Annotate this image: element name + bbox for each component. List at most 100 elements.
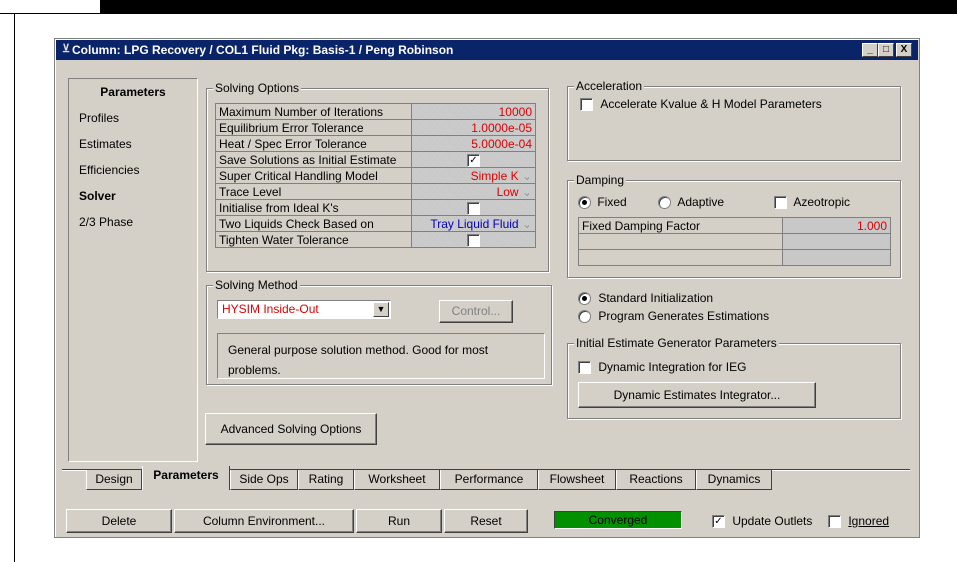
acceleration-group: Acceleration Accelerate Kvalue & H Model… bbox=[567, 79, 901, 161]
heat-spec-tolerance-value[interactable]: 5.0000e-04 bbox=[411, 135, 536, 152]
azeotropic-checkbox[interactable] bbox=[774, 196, 787, 210]
table-row: Super Critical Handling Model Simple K ⌄ bbox=[215, 167, 536, 184]
dynamic-estimates-integrator-button[interactable]: Dynamic Estimates Integrator... bbox=[578, 382, 816, 408]
standard-initialization-label: Standard Initialization bbox=[598, 291, 714, 305]
solving-method-group: Solving Method HYSIM Inside-Out ▼ Contro… bbox=[206, 278, 552, 385]
empty-cell bbox=[578, 233, 783, 250]
damping-group: Damping Fixed Adaptive Azeotropic Fixed … bbox=[567, 173, 901, 278]
chevron-down-icon[interactable]: ▼ bbox=[373, 302, 389, 317]
dynamic-integration-checkbox[interactable] bbox=[578, 361, 591, 375]
trace-level-value[interactable]: Low ⌄ bbox=[411, 183, 536, 200]
option-label: Heat / Spec Error Tolerance bbox=[215, 135, 412, 152]
run-button[interactable]: Run bbox=[356, 509, 442, 533]
adaptive-label: Adaptive bbox=[677, 195, 725, 209]
window-title: Column: LPG Recovery / COL1 Fluid Pkg: B… bbox=[72, 43, 454, 57]
max-iterations-value[interactable]: 10000 bbox=[411, 103, 536, 120]
delete-button[interactable]: Delete bbox=[66, 509, 172, 533]
advanced-solving-options-button[interactable]: Advanced Solving Options bbox=[205, 413, 377, 445]
nav-heading: Parameters bbox=[100, 85, 166, 99]
ieg-label: Initial Estimate Generator Parameters bbox=[574, 336, 779, 350]
table-row: Initialise from Ideal K's bbox=[215, 199, 536, 216]
parameters-nav: Parameters Profiles Estimates Efficienci… bbox=[68, 78, 198, 462]
update-outlets-checkbox[interactable]: ✓ bbox=[712, 515, 725, 529]
nav-item-solver[interactable]: Solver bbox=[79, 189, 116, 203]
empty-cell bbox=[578, 249, 783, 266]
table-row: Equilibrium Error Tolerance 1.0000e-05 bbox=[215, 119, 536, 136]
super-critical-model-text: Simple K bbox=[470, 168, 519, 183]
tighten-water-cell bbox=[411, 231, 536, 248]
update-outlets-option[interactable]: ✓ Update Outlets bbox=[712, 514, 813, 529]
fixed-radio[interactable] bbox=[578, 196, 591, 210]
table-row: Trace Level Low ⌄ bbox=[215, 183, 536, 200]
window-icon: ⊻ bbox=[62, 43, 71, 55]
maximize-button[interactable]: □ bbox=[878, 43, 894, 57]
chevron-down-icon: ⌄ bbox=[521, 184, 532, 199]
adaptive-radio[interactable] bbox=[658, 196, 671, 210]
damping-adaptive-option[interactable]: Adaptive bbox=[658, 195, 725, 210]
standard-initialization-radio[interactable] bbox=[578, 292, 591, 306]
two-liquids-value[interactable]: Tray Liquid Fluid ⌄ bbox=[411, 215, 536, 232]
ignored-checkbox[interactable] bbox=[828, 515, 841, 529]
page-header-corner bbox=[0, 0, 100, 14]
update-outlets-label: Update Outlets bbox=[732, 514, 813, 528]
super-critical-model-value[interactable]: Simple K ⌄ bbox=[411, 167, 536, 184]
accelerate-kvalue-checkbox[interactable] bbox=[580, 98, 593, 112]
title-bar[interactable]: ⊻ Column: LPG Recovery / COL1 Fluid Pkg:… bbox=[56, 40, 918, 60]
table-row bbox=[578, 233, 891, 250]
table-row: Maximum Number of Iterations 10000 bbox=[215, 103, 536, 120]
dynamic-integration-option[interactable]: Dynamic Integration for IEG bbox=[578, 360, 746, 375]
chevron-down-icon: ⌄ bbox=[521, 216, 532, 231]
solving-options-label: Solving Options bbox=[213, 81, 302, 95]
control-button[interactable]: Control... bbox=[439, 300, 513, 323]
azeotropic-label: Azeotropic bbox=[793, 195, 851, 209]
tighten-water-checkbox[interactable] bbox=[467, 233, 480, 247]
minimize-button[interactable]: _ bbox=[862, 43, 878, 57]
tab-performance[interactable]: Performance bbox=[440, 470, 538, 490]
nav-item-efficiencies[interactable]: Efficiencies bbox=[79, 163, 139, 177]
damping-label: Damping bbox=[574, 173, 627, 187]
ieg-group: Initial Estimate Generator Parameters Dy… bbox=[567, 336, 901, 419]
table-row: Tighten Water Tolerance bbox=[215, 231, 536, 248]
reset-button[interactable]: Reset bbox=[444, 509, 528, 533]
table-row: Two Liquids Check Based on Tray Liquid Fl… bbox=[215, 215, 536, 232]
standard-initialization-option[interactable]: Standard Initialization bbox=[578, 291, 714, 306]
close-button[interactable]: X bbox=[896, 43, 912, 57]
option-label: Initialise from Ideal K's bbox=[215, 199, 412, 216]
tab-rating[interactable]: Rating bbox=[298, 470, 354, 490]
solving-method-value: HYSIM Inside-Out bbox=[222, 302, 319, 316]
damping-fixed-option[interactable]: Fixed bbox=[578, 195, 627, 210]
ignored-option[interactable]: Ignored bbox=[828, 514, 889, 529]
nav-item-profiles[interactable]: Profiles bbox=[79, 111, 119, 125]
save-solutions-checkbox[interactable]: ✓ bbox=[467, 153, 480, 167]
table-row: Heat / Spec Error Tolerance 5.0000e-04 bbox=[215, 135, 536, 152]
accelerate-kvalue-label: Accelerate Kvalue & H Model Parameters bbox=[600, 97, 822, 111]
trace-level-text: Low bbox=[496, 184, 519, 199]
page-margin-line bbox=[14, 14, 15, 562]
tab-dynamics[interactable]: Dynamics bbox=[696, 470, 772, 490]
ideal-k-checkbox[interactable] bbox=[467, 201, 480, 215]
fixed-damping-factor-value[interactable]: 1.000 bbox=[782, 217, 891, 234]
azeotropic-option[interactable]: Azeotropic bbox=[774, 195, 851, 210]
equilibrium-tolerance-value[interactable]: 1.0000e-05 bbox=[411, 119, 536, 136]
acceleration-label: Acceleration bbox=[574, 79, 645, 93]
tab-parameters[interactable]: Parameters bbox=[142, 466, 230, 490]
tab-worksheet[interactable]: Worksheet bbox=[354, 470, 440, 490]
two-liquids-text: Tray Liquid Fluid bbox=[430, 216, 519, 231]
nav-item-estimates[interactable]: Estimates bbox=[79, 137, 132, 151]
table-row bbox=[578, 249, 891, 266]
empty-cell bbox=[782, 233, 891, 250]
accelerate-kvalue-option[interactable]: Accelerate Kvalue & H Model Parameters bbox=[580, 97, 822, 112]
column-environment-button[interactable]: Column Environment... bbox=[174, 509, 354, 533]
solving-method-select[interactable]: HYSIM Inside-Out ▼ bbox=[217, 300, 391, 319]
tab-design[interactable]: Design bbox=[86, 470, 142, 490]
program-generates-option[interactable]: Program Generates Estimations bbox=[578, 309, 770, 324]
damping-table: Fixed Damping Factor 1.000 bbox=[578, 217, 891, 266]
tab-flowsheet[interactable]: Flowsheet bbox=[538, 470, 616, 490]
table-row: Fixed Damping Factor 1.000 bbox=[578, 217, 891, 234]
status-badge: Converged bbox=[554, 511, 682, 529]
tab-reactions[interactable]: Reactions bbox=[616, 470, 696, 490]
nav-item-23-phase[interactable]: 2/3 Phase bbox=[79, 215, 133, 229]
tab-side-ops[interactable]: Side Ops bbox=[230, 470, 298, 490]
program-generates-label: Program Generates Estimations bbox=[598, 309, 770, 323]
program-generates-radio[interactable] bbox=[578, 310, 591, 324]
